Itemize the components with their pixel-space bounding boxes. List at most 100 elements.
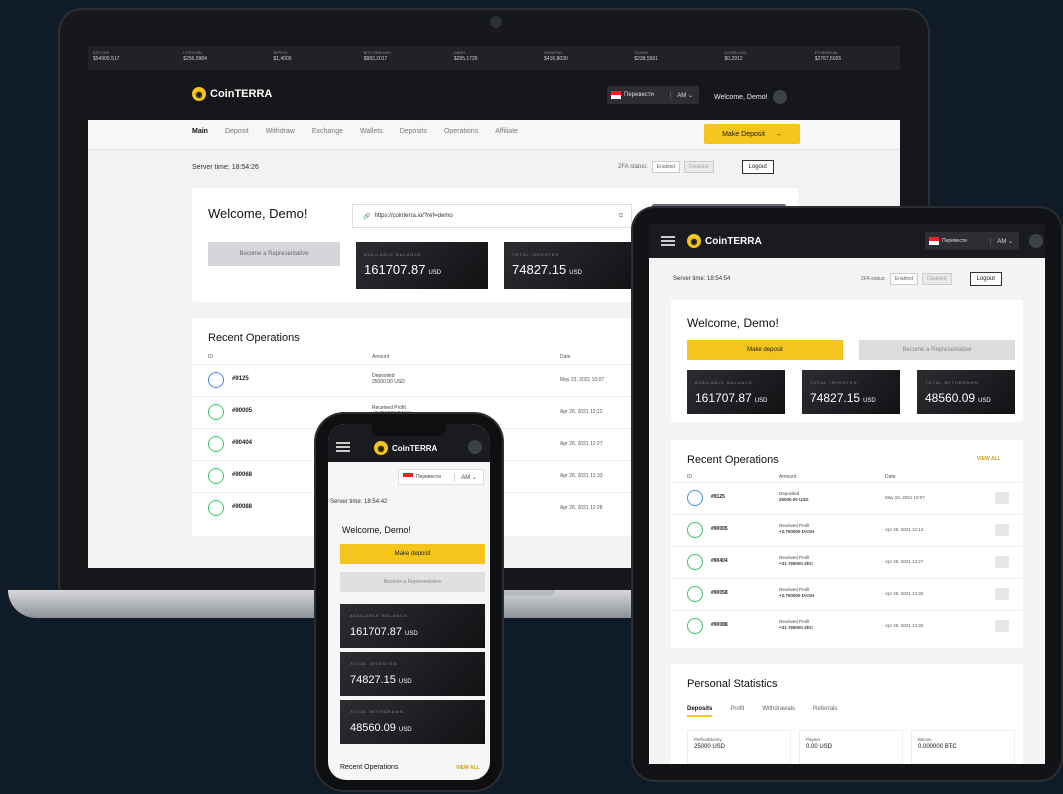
view-all-link[interactable]: VIEW ALL <box>977 456 1001 462</box>
available-balance-card: AVAILABLE BALANCE 161707.87 USD <box>340 604 485 648</box>
price-ticker: BITCOIN $54909,517 LITECOIN $256,9984 RIPPLE… <box>88 46 900 70</box>
row-more-button[interactable] <box>995 620 1009 632</box>
menu-item-deposit[interactable]: Deposit <box>225 128 249 135</box>
recent-operations-card: Recent Operations VIEW ALL ID Amount Dat… <box>671 440 1023 648</box>
total-withdrawn-card: TOTAL WITHDRAWN 48560.09 USD <box>340 700 485 744</box>
welcome-title: Welcome, Demo! <box>342 525 411 535</box>
menu-item-operations[interactable]: Operations <box>444 128 478 135</box>
phone-frame: ◉ CoinTERRA Перевести AM ⌄ Server time: 1… <box>316 414 502 790</box>
operation-id: #9125 <box>232 376 249 382</box>
twofa-disabled-chip[interactable]: Disabled <box>684 161 714 173</box>
operation-date: Apr 26, 2021 12:33 <box>885 623 924 628</box>
operation-amount: Received Profit +31.769000 ZEC <box>779 619 814 630</box>
row-more-button[interactable] <box>995 524 1009 536</box>
deposit-icon <box>208 372 224 388</box>
avatar[interactable] <box>468 440 482 454</box>
menu-item-withdraw[interactable]: Withdraw <box>266 128 295 135</box>
become-representative-button[interactable]: Become a Representative <box>859 340 1015 360</box>
avatar[interactable] <box>772 90 787 104</box>
camera-dot <box>490 16 502 28</box>
check-circle-icon <box>687 618 703 634</box>
menu-item-wallets[interactable]: Wallets <box>360 128 383 135</box>
tab-referrals[interactable]: Referrals <box>813 706 837 717</box>
menu-item-deposits[interactable]: Deposits <box>400 128 427 135</box>
operation-amount: Deposited 25000.00 USD <box>372 373 405 385</box>
view-all-link[interactable]: VIEW ALL <box>456 765 480 771</box>
language-select[interactable]: AM ⌄ <box>990 237 1019 245</box>
check-circle-icon <box>208 436 224 452</box>
flag-icon <box>611 91 621 99</box>
ticker-item: RIPPLE $1,4006 <box>273 50 292 62</box>
language-select[interactable]: AM ⌄ <box>454 473 483 481</box>
tab-profit[interactable]: Profit <box>730 706 744 717</box>
ticker-item: BITCOINCASH $882,2017 <box>363 50 391 62</box>
section-title: Recent Operations <box>340 764 399 771</box>
col-header-id: ID <box>208 354 213 360</box>
operation-date: Apr 26, 2021 12:27 <box>885 559 924 564</box>
become-representative-button[interactable]: Become a Representative <box>208 242 340 266</box>
translate-button[interactable]: Перевести AM ⌄ <box>607 86 699 104</box>
operation-id: #90404 <box>711 558 728 564</box>
translate-button[interactable]: Перевести AM ⌄ <box>398 469 484 485</box>
operation-id: #90058 <box>711 590 728 596</box>
operation-date: May 23, 2021 10:07 <box>885 495 925 500</box>
server-time: Server time: 18:54:26 <box>192 164 259 171</box>
operation-date: May 23, 2021 10:07 <box>560 377 605 383</box>
table-row[interactable]: #9125 Deposited 25000.00 USD May 23, 2021 1… <box>671 482 1023 512</box>
menu-item-exchange[interactable]: Exchange <box>312 128 343 135</box>
ticker-item: BITCOIN $54909,517 <box>93 50 120 62</box>
server-time: Server time: 18:54:54 <box>673 276 731 282</box>
make-deposit-button[interactable]: Make deposit <box>687 340 843 360</box>
copy-icon[interactable]: ⧉ <box>619 213 623 220</box>
operation-id: #90088 <box>711 622 728 628</box>
table-row[interactable]: #90404 Received Profit +31.769000 ZEC Apr 2… <box>671 546 1023 576</box>
tab-withdrawals[interactable]: Withdrawals <box>762 706 795 717</box>
become-representative-button[interactable]: Become a Representative <box>340 572 485 592</box>
logo[interactable]: ◉ CoinTERRA <box>374 441 437 455</box>
ticker-item: ETHEREUM $2767,5026 <box>814 50 842 62</box>
avatar[interactable] <box>1029 234 1043 248</box>
operation-date: Apr 26, 2021 12:28 <box>560 505 603 511</box>
flag-icon <box>403 473 413 481</box>
logo[interactable]: ◉ CoinTERRA <box>687 234 762 248</box>
logout-button[interactable]: Logout <box>741 160 774 174</box>
user-menu[interactable]: Welcome, Demo! <box>714 90 787 104</box>
translate-button[interactable]: Перевести AM ⌄ <box>925 232 1019 250</box>
table-row[interactable]: #90058 Received Profit +2.750000 DASH Apr 2… <box>671 578 1023 608</box>
stat-cell: Bitcoin 0.000000 BTC <box>911 730 1015 764</box>
total-invested-card: TOTAL INVESTED 74827.15 USD <box>504 242 634 289</box>
stat-cell: Payeer 0.00 USD <box>799 730 903 764</box>
menu-icon[interactable] <box>661 236 675 246</box>
operation-date: Apr 26, 2021 12:33 <box>560 473 603 479</box>
personal-statistics-card: Personal Statistics Deposits Profit Withdr… <box>671 664 1023 764</box>
row-more-button[interactable] <box>995 492 1009 504</box>
phone-screen: ◉ CoinTERRA Перевести AM ⌄ Server time: 1… <box>328 424 490 780</box>
total-invested-card: TOTAL INVESTED 74827.15 USD <box>340 652 485 696</box>
tab-deposits[interactable]: Deposits <box>687 706 713 717</box>
table-row[interactable]: #90005 Received Profit+2.750000 DASH Apr 2… <box>671 514 1023 544</box>
col-header-id: ID <box>687 474 692 480</box>
total-invested-card: TOTAL INVESTED 74827.15 USD <box>802 370 900 414</box>
twofa-enabled-chip[interactable]: Enabled <box>889 273 919 285</box>
make-deposit-button[interactable]: Make Deposit → <box>704 124 800 144</box>
main-menu: Main Deposit Withdraw Exchange Wallets Deposi… <box>88 120 900 150</box>
twofa-enabled-chip[interactable]: Enabled <box>651 161 681 173</box>
operation-amount: Received Profit+2.750000 DASH <box>779 587 815 598</box>
tablet-frame: ◉ CoinTERRA Перевести AM ⌄ Server time: … <box>633 208 1061 780</box>
logout-button[interactable]: Logout <box>969 272 1002 286</box>
menu-icon[interactable] <box>336 442 350 452</box>
server-time: Server time: 18:54:42 <box>330 499 388 505</box>
row-more-button[interactable] <box>995 588 1009 600</box>
menu-item-affiliate[interactable]: Affiliate <box>495 128 518 135</box>
table-row[interactable]: #90088 Received Profit +31.769000 ZEC Apr 2… <box>671 610 1023 640</box>
available-balance-card: AVAILABLE BALANCE 161707.87 USD <box>687 370 785 414</box>
logo[interactable]: ◉ CoinTERRA <box>192 87 272 101</box>
twofa-disabled-chip[interactable]: Disabled <box>922 273 952 285</box>
referral-link-field[interactable]: 🔗 https://cointerra.io/?ref=demo ⧉ <box>352 204 632 228</box>
menu-item-main[interactable]: Main <box>192 128 208 135</box>
make-deposit-button[interactable]: Make deposit <box>340 544 485 564</box>
operation-id: #90068 <box>232 472 253 478</box>
stats-cells: PerfectMoney 25000 USD Payeer 0.00 USD Bitco… <box>687 730 1015 764</box>
row-more-button[interactable] <box>995 556 1009 568</box>
language-select[interactable]: AM ⌄ <box>670 91 699 99</box>
